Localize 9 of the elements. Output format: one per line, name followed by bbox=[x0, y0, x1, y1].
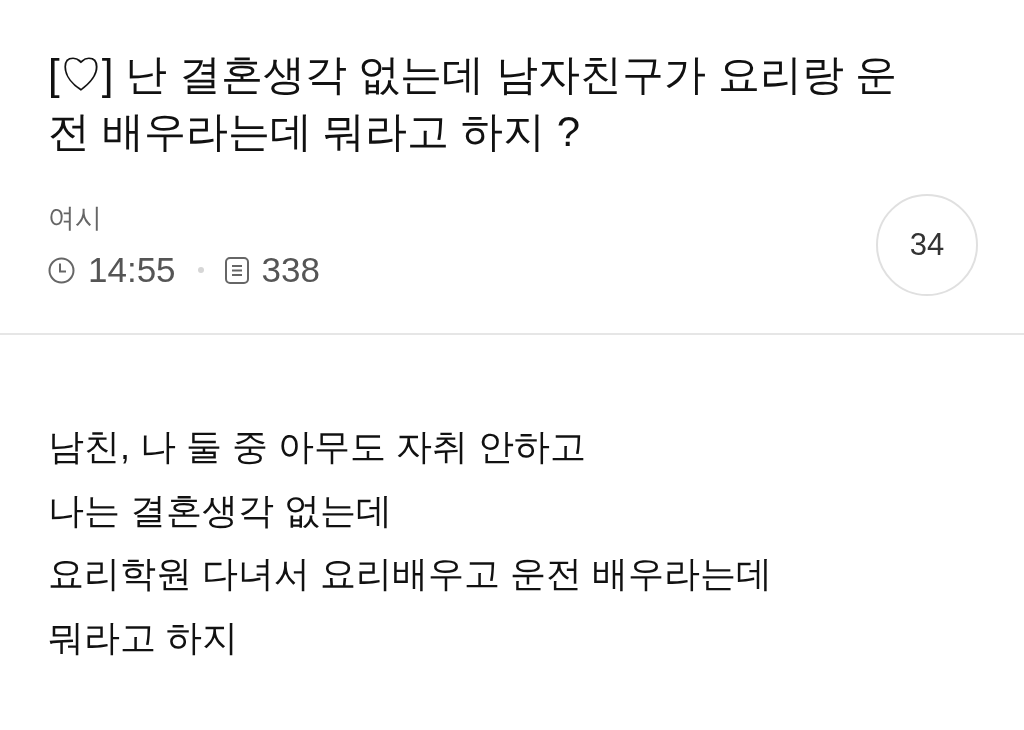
post-body-text: 남친, 나 둘 중 아무도 자취 안하고 나는 결혼생각 없는데 요리학원 다녀서 요리배우고 운전 배우라는데 뭐라고 하지 bbox=[48, 425, 773, 660]
view-count: 338 bbox=[261, 250, 320, 290]
comment-count[interactable]: 34 bbox=[876, 194, 978, 296]
document-icon bbox=[224, 256, 249, 284]
post-time: 14:55 bbox=[88, 250, 176, 290]
clock-icon bbox=[48, 256, 75, 284]
post-title: [♡] 난 결혼생각 없는데 남자친구가 요리랑 운전 배우라는데 뭐라고 하지 ? bbox=[48, 50, 899, 157]
separator-dot-icon bbox=[197, 267, 204, 273]
author-name: 여시 bbox=[48, 202, 103, 235]
